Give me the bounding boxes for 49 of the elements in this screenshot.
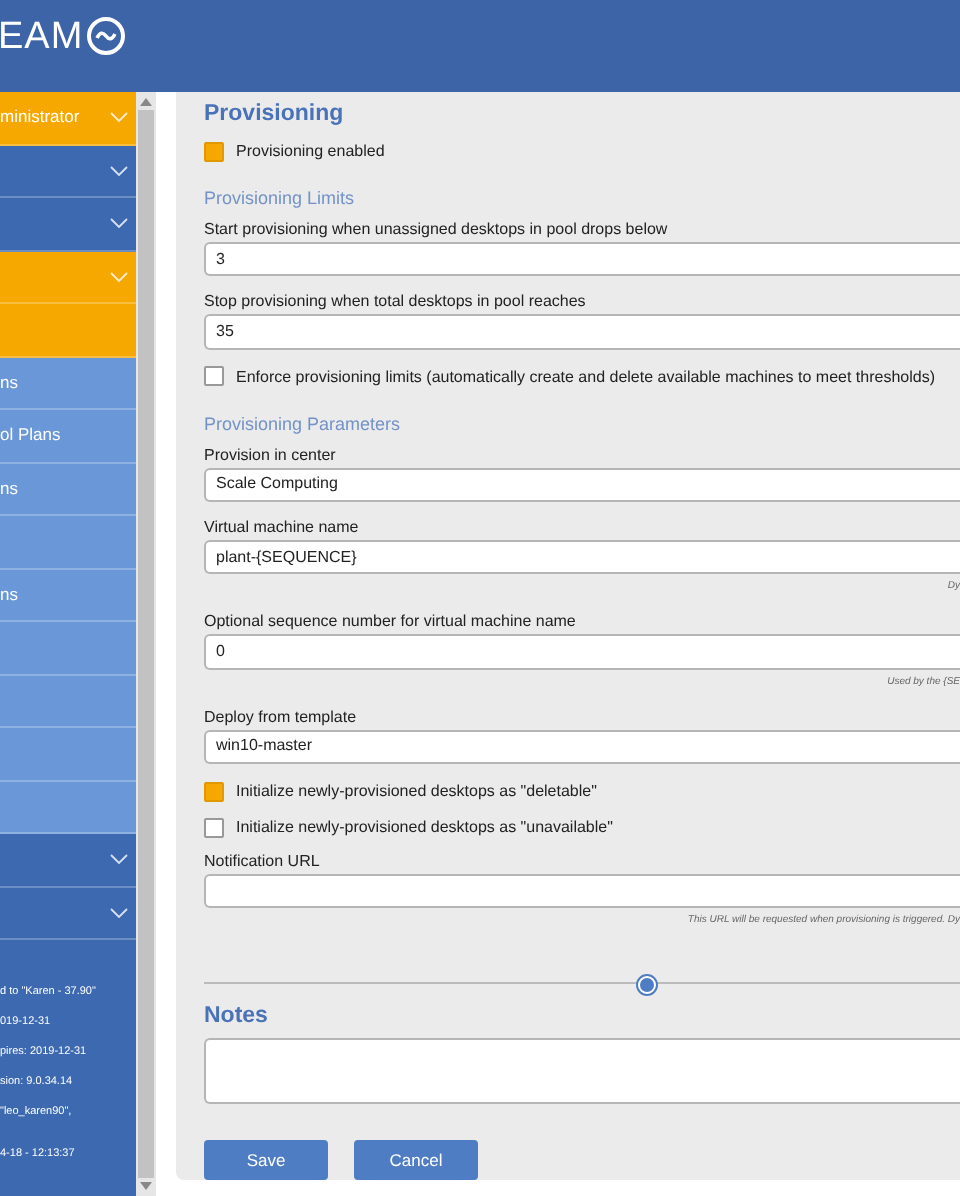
scroll-up-icon[interactable]	[140, 98, 152, 106]
checkbox[interactable]	[204, 366, 224, 387]
sidebar-item[interactable]: ns	[0, 463, 136, 516]
input-field[interactable]	[204, 874, 960, 909]
checkbox-label: Initialize newly-provisioned desktops as "deletable"	[236, 780, 597, 803]
form-button[interactable]: Cancel	[354, 1139, 478, 1180]
input-field[interactable]: 3	[204, 242, 960, 277]
sidebar-item[interactable]: ns	[0, 357, 136, 410]
input-field[interactable]: 35	[204, 314, 960, 350]
chevron-down-icon	[110, 907, 128, 918]
chevron-down-icon	[110, 854, 128, 865]
field-label: Start provisioning when unassigned desktops in pool drops below	[204, 218, 670, 240]
field-label: Notification URL	[204, 850, 322, 873]
input-field[interactable]: win10-master	[204, 729, 960, 765]
logo-icon	[85, 16, 126, 56]
chevron-down-icon	[110, 271, 128, 282]
checkbox-label: Enforce provisioning limits (automatically create and delete available machines to meet thresholds)	[236, 365, 936, 388]
sidebar-item[interactable]: ol Plans	[0, 410, 136, 463]
chevron-down-icon	[110, 165, 128, 176]
input-field[interactable]: 0	[204, 634, 960, 670]
scroll-down-icon[interactable]	[140, 1182, 152, 1190]
sidebar-item[interactable]	[0, 781, 136, 834]
sidebar-item[interactable]: ns	[0, 569, 136, 622]
splitter-handle[interactable]	[636, 974, 658, 997]
subsection-title: Provisioning Limits	[204, 186, 357, 210]
chevron-down-icon	[110, 112, 128, 123]
checkbox[interactable]	[204, 817, 224, 838]
field-label: Optional sequence number for virtual machine name	[204, 610, 578, 633]
input-field[interactable]: plant-{SEQUENCE}	[204, 540, 960, 575]
field-label: Stop provisioning when total desktops in pool reaches	[204, 290, 588, 313]
field-label: Deploy from template	[204, 705, 359, 728]
notes-field[interactable]	[204, 1038, 960, 1104]
logo-text: EAM	[0, 17, 84, 55]
sidebar-item[interactable]	[0, 145, 136, 198]
checkbox[interactable]	[204, 781, 224, 802]
chevron-down-icon	[110, 218, 128, 229]
checkbox-label: Provisioning enabled	[236, 140, 385, 162]
field-label: Provision in center	[204, 443, 338, 466]
section-title: Notes	[204, 1002, 270, 1031]
checkbox[interactable]	[204, 141, 224, 161]
form-button[interactable]: Save	[204, 1139, 328, 1180]
checkbox-label: Initialize newly-provisioned desktops as "unavailable"	[236, 816, 613, 839]
subsection-title: Provisioning Parameters	[204, 411, 403, 436]
scrollbar[interactable]	[136, 92, 156, 1196]
input-field[interactable]: Scale Computing	[204, 467, 960, 503]
sidebar-item[interactable]	[0, 675, 136, 728]
sidebar-item[interactable]	[0, 887, 136, 940]
section-title: Provisioning	[204, 100, 346, 128]
field-label: Virtual machine name	[204, 516, 361, 539]
